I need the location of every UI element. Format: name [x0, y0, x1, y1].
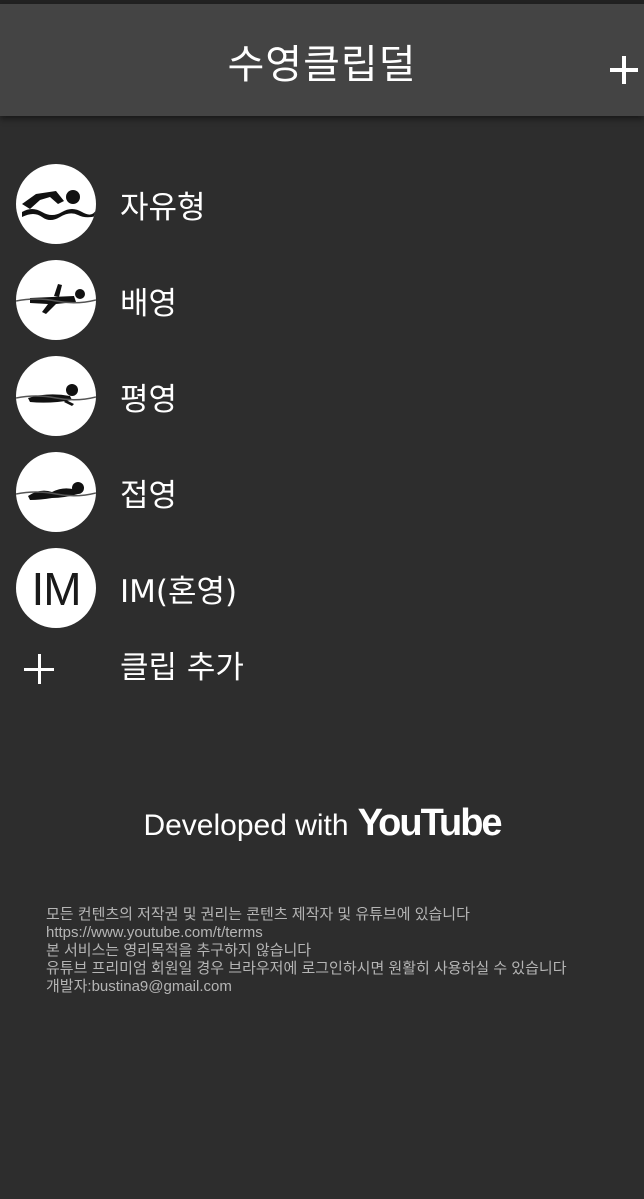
freestyle-swimmer-icon [16, 164, 96, 244]
stroke-label: 평영 [120, 382, 178, 418]
stroke-item-im[interactable]: IM IM(혼영) [0, 544, 644, 640]
backstroke-swimmer-icon [16, 260, 96, 340]
stroke-item-backstroke[interactable]: 배영 [0, 256, 644, 352]
stroke-item-freestyle[interactable]: 자유형 [0, 160, 644, 256]
notice-line: 모든 컨텐츠의 저작권 및 권리는 콘텐츠 제작자 및 유튜브에 있습니다 [46, 906, 470, 923]
notice-line: 유튜브 프리미엄 회원일 경우 브라우저에 로그인하시면 원활히 사용하실 수 … [46, 960, 567, 977]
stroke-item-butterfly[interactable]: 접영 [0, 448, 644, 544]
plus-icon [24, 654, 56, 686]
breaststroke-swimmer-icon [16, 356, 96, 436]
stroke-list: 자유형 배영 평영 접영 IM IM(혼영) 클립 추가 [0, 160, 644, 736]
youtube-credit: Developed with YouTube [0, 802, 644, 845]
developer-contact: 개발자:bustina9@gmail.com [46, 978, 232, 995]
stroke-label: 접영 [120, 478, 178, 514]
stroke-item-breaststroke[interactable]: 평영 [0, 352, 644, 448]
add-clip-button[interactable]: 클립 추가 [0, 640, 644, 736]
youtube-logo: YouTube [357, 802, 503, 844]
stroke-label: IM(혼영) [120, 574, 238, 610]
stroke-label: 자유형 [120, 190, 206, 226]
im-icon: IM [16, 548, 96, 628]
add-clip-label: 클립 추가 [120, 650, 244, 686]
butterfly-swimmer-icon [16, 452, 96, 532]
copyright-notice: 모든 컨텐츠의 저작권 및 권리는 콘텐츠 제작자 및 유튜브에 있습니다 ht… [46, 906, 567, 996]
stroke-label: 배영 [120, 286, 178, 322]
header-add-icon[interactable] [604, 48, 644, 90]
credit-prefix: Developed with [143, 809, 349, 842]
app-title: 수영클립덜 [227, 42, 417, 88]
terms-link[interactable]: https://www.youtube.com/t/terms [46, 924, 567, 942]
app-header: 수영클립덜 [0, 4, 644, 116]
notice-line: 본 서비스는 영리목적을 추구하지 않습니다 [46, 942, 312, 959]
im-icon-text: IM [31, 563, 81, 615]
